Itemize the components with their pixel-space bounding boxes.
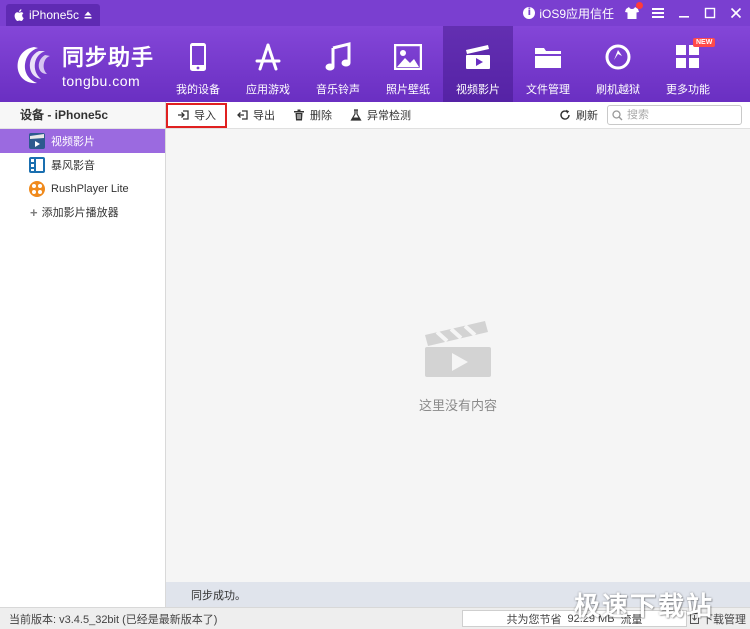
sidebar-item-videos[interactable]: 视频影片 [0, 129, 165, 153]
nav-label: 文件管理 [526, 84, 570, 96]
app-store-icon [255, 43, 281, 71]
nav-label: 音乐铃声 [316, 84, 360, 96]
maximize-button[interactable] [702, 5, 718, 21]
refresh-button[interactable]: 刷新 [550, 104, 607, 126]
sidebar: 设备 - iPhone5c 视频影片 暴风影音 RushPlayer Lite … [0, 102, 166, 607]
plus-icon: + [30, 204, 38, 220]
import-label: 导入 [194, 110, 216, 122]
add-player-button[interactable]: + 添加影片播放器 [0, 201, 165, 223]
empty-state: 这里没有内容 [166, 319, 750, 414]
sidebar-item-label: 暴风影音 [51, 160, 95, 172]
apple-icon [14, 9, 24, 21]
eject-icon[interactable] [84, 11, 92, 19]
refresh-label: 刷新 [576, 110, 598, 122]
trust-label: iOS9应用信任 [539, 6, 614, 21]
rushplayer-icon [29, 181, 45, 197]
watermark: 极速下载站 [574, 592, 715, 622]
version-text: 当前版本: v3.4.5_32bit (已经是最新版本了) [9, 613, 218, 626]
refresh-circle-icon [605, 44, 631, 70]
ios9-trust-link[interactable]: i iOS9应用信任 [523, 5, 614, 22]
nav-files[interactable]: 文件管理 [513, 26, 583, 102]
nav-label: 视频影片 [456, 84, 500, 96]
device-tab-label: iPhone5c [29, 8, 80, 22]
nav-more[interactable]: NEW 更多功能 [653, 26, 723, 102]
traffic-label: 共为您节省 [506, 613, 562, 626]
search-input[interactable] [627, 109, 727, 121]
export-button[interactable]: 导出 [227, 104, 284, 126]
refresh-icon [560, 109, 570, 120]
nav-jailbreak[interactable]: 刷机越狱 [583, 26, 653, 102]
add-player-label: 添加影片播放器 [41, 207, 119, 219]
minimize-button[interactable] [676, 5, 692, 21]
menu-icon [652, 8, 664, 18]
search-box[interactable] [607, 105, 742, 125]
folder-icon [535, 48, 561, 68]
delete-button[interactable]: 删除 [284, 104, 341, 126]
sidebar-item-label: 视频影片 [51, 136, 95, 148]
flask-icon [350, 109, 362, 121]
phone-icon [190, 43, 206, 71]
grid-icon [676, 45, 699, 68]
close-icon [730, 7, 742, 19]
video-icon [29, 133, 45, 149]
close-button[interactable] [728, 5, 744, 21]
notification-badge [636, 2, 643, 9]
nav-videos[interactable]: 视频影片 [443, 26, 513, 102]
music-note-icon [325, 42, 351, 71]
info-icon: i [523, 7, 536, 19]
baofeng-icon [29, 157, 45, 173]
clapperboard-icon [466, 45, 490, 69]
anomaly-check-button[interactable]: 异常检测 [341, 104, 420, 126]
main-nav: 我的设备 应用游戏 音乐铃声 照片壁纸 视频影片 文件管理 刷机越狱 NEW 更… [163, 26, 723, 102]
trash-icon [294, 109, 304, 121]
nav-apps[interactable]: 应用游戏 [233, 26, 303, 102]
nav-photos[interactable]: 照片壁纸 [373, 26, 443, 102]
import-button[interactable]: 导入 [166, 102, 227, 128]
title-bar: iPhone5c i iOS9应用信任 [0, 0, 750, 26]
menu-button[interactable] [650, 5, 666, 21]
nav-label: 照片壁纸 [386, 84, 430, 96]
status-text: 同步成功。 [191, 589, 246, 602]
export-icon [237, 110, 248, 120]
skin-button[interactable] [624, 2, 643, 21]
nav-label: 应用游戏 [246, 84, 290, 96]
anomaly-check-label: 异常检测 [367, 110, 411, 122]
header: 同步助手 tongbu.com 我的设备 应用游戏 音乐铃声 照片壁纸 视频影片… [0, 26, 750, 102]
logo: 同步助手 tongbu.com [12, 40, 154, 89]
tongbu-logo-icon [17, 46, 50, 83]
sidebar-item-rushplayer[interactable]: RushPlayer Lite [0, 177, 165, 201]
tshirt-icon [625, 7, 639, 19]
new-badge: NEW [693, 38, 716, 47]
picture-icon [394, 44, 422, 70]
empty-video-icon [425, 321, 491, 377]
delete-label: 删除 [310, 110, 332, 122]
toolbar: 导入 导出 删除 异常检测 刷新 [166, 102, 750, 129]
logo-cn: 同步助手 [62, 45, 155, 70]
sidebar-item-label: RushPlayer Lite [51, 183, 129, 195]
maximize-icon [704, 7, 716, 19]
empty-text: 这里没有内容 [418, 398, 497, 413]
search-icon [612, 109, 623, 120]
device-tab[interactable]: iPhone5c [6, 4, 101, 26]
nav-label: 更多功能 [666, 84, 710, 96]
nav-label: 我的设备 [176, 84, 220, 96]
sidebar-title: 设备 - iPhone5c [0, 102, 165, 129]
main-content: 这里没有内容 [166, 129, 750, 582]
import-icon [178, 110, 189, 120]
minimize-icon [679, 16, 689, 18]
nav-my-device[interactable]: 我的设备 [163, 26, 233, 102]
nav-label: 刷机越狱 [596, 84, 640, 96]
export-label: 导出 [253, 110, 275, 122]
sidebar-item-baofeng[interactable]: 暴风影音 [0, 153, 165, 177]
logo-en: tongbu.com [62, 73, 141, 89]
nav-music[interactable]: 音乐铃声 [303, 26, 373, 102]
